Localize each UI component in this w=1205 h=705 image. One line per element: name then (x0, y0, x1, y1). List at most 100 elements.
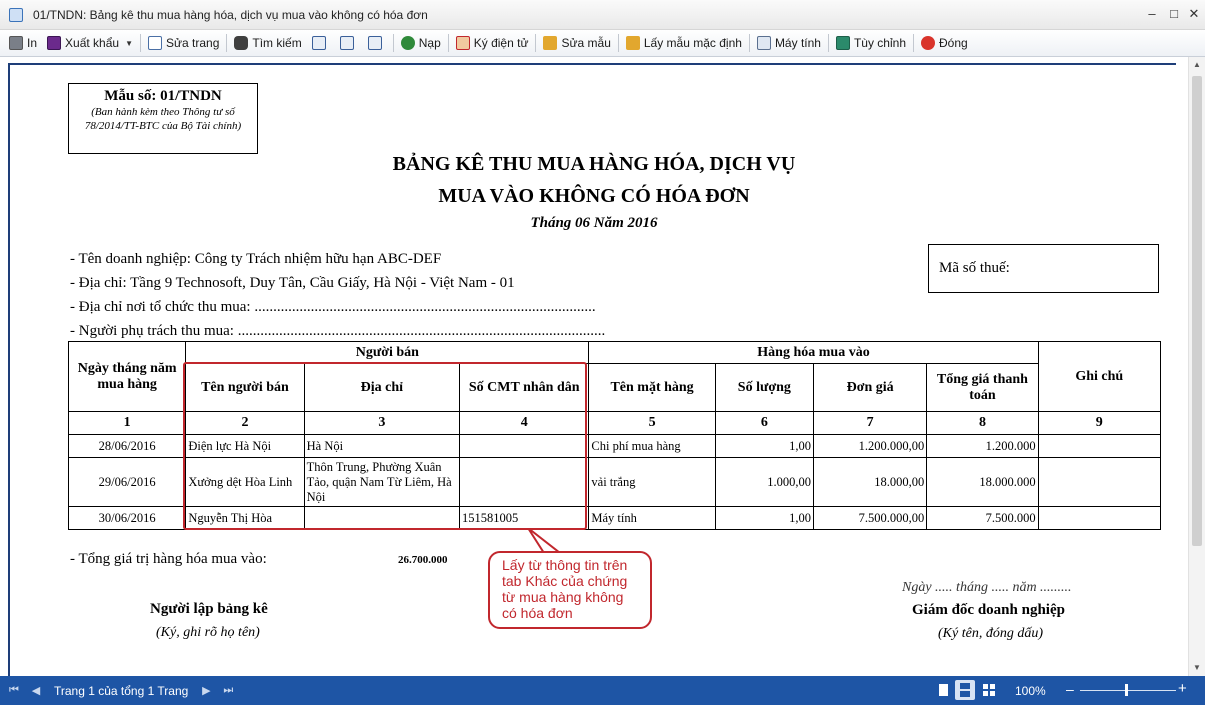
preparer-note: (Ký, ghi rõ họ tên) (156, 625, 260, 640)
col-number: 7 (812, 411, 928, 435)
app-icon (9, 7, 23, 22)
vertical-scrollbar[interactable]: ▲ ▼ (1188, 57, 1205, 676)
refresh-icon (400, 36, 415, 50)
col-number: 6 (714, 411, 815, 435)
cell-price: 18.000,00 (812, 457, 928, 507)
customize-icon (835, 36, 850, 50)
pencil-icon (543, 36, 558, 50)
report-title-line2: MUA VÀO KHÔNG CÓ HÓA ĐƠN (438, 185, 750, 207)
edit-template-button[interactable]: Sửa mẫu (538, 32, 615, 54)
first-page-icon[interactable]: ⏮ (6, 684, 22, 697)
cell-date: 29/06/2016 (67, 457, 187, 507)
template-icon (625, 36, 640, 50)
cell-note (1037, 434, 1162, 458)
edit-icon (147, 36, 162, 50)
status-bar: ⏮ ◀ Trang 1 của tổng 1 Trang ▶ ⏭ 100% – … (0, 676, 1205, 705)
zoom-slider-thumb[interactable] (1125, 684, 1128, 696)
customize-label: Tùy chỉnh (853, 36, 906, 50)
scroll-up-icon[interactable]: ▲ (1189, 57, 1205, 73)
callout-note: Lấy từ thông tin trên tab Khác của chứng… (488, 551, 652, 629)
prev-page-icon[interactable]: ◀ (28, 684, 44, 697)
tax-code-box: Mã số thuế: (928, 244, 1159, 293)
signature-icon (455, 36, 470, 50)
binoculars-icon (234, 36, 249, 50)
export-label: Xuất khẩu (65, 36, 120, 50)
total-label: - Tổng giá trị hàng hóa mua vào: (70, 551, 267, 567)
report-period: Tháng 06 Năm 2016 (530, 215, 658, 231)
company-line: - Tên doanh nghiệp: Công ty Trách nhiệm … (70, 251, 442, 267)
printer-icon (9, 36, 23, 50)
page-view-icon (311, 36, 326, 50)
form-code: Mẫu số: 01/TNDN (104, 88, 222, 104)
title-bar: 01/TNDN: Bảng kê thu mua hàng hóa, dịch … (0, 0, 1205, 30)
close-button[interactable]: Đóng (916, 32, 973, 54)
toolbar-separator (535, 34, 537, 52)
scroll-down-icon[interactable]: ▼ (1189, 660, 1205, 676)
refresh-label: Nạp (418, 36, 441, 50)
director-title: Giám đốc doanh nghiệp (912, 602, 1065, 618)
page-width-icon (339, 36, 354, 50)
header-date: Ngày tháng năm mua hàng (67, 341, 187, 412)
tax-code-label: Mã số thuế: (939, 260, 1010, 276)
minimize-button[interactable]: – (1141, 4, 1163, 24)
refresh-button[interactable]: Nạp (396, 32, 446, 54)
calculator-icon (756, 36, 771, 50)
cell-note (1037, 457, 1162, 507)
toolbar-separator (392, 34, 394, 52)
view-single-button[interactable] (307, 32, 335, 54)
col-number: 5 (588, 411, 716, 435)
customize-button[interactable]: Tùy chỉnh (831, 32, 911, 54)
chevron-down-icon[interactable]: ▼ (125, 39, 133, 48)
cell-price: 1.200.000,00 (812, 434, 928, 458)
next-page-icon[interactable]: ▶ (198, 684, 214, 697)
toolbar-separator (617, 34, 619, 52)
single-page-view-icon[interactable] (935, 682, 951, 698)
zoom-out-icon[interactable]: – (1066, 681, 1074, 697)
cell-item: vải trắng (588, 457, 716, 507)
signature-label: Ký điện tử (473, 36, 529, 50)
form-note: (Ban hành kèm theo Thông tư số 78/2014/T… (84, 106, 242, 132)
view-fit-button[interactable] (363, 32, 391, 54)
continuous-view-icon[interactable] (955, 680, 975, 700)
header-price: Đơn giá (812, 363, 928, 412)
export-button[interactable]: Xuất khẩu ▼ (42, 32, 138, 54)
search-button[interactable]: Tìm kiếm (229, 32, 306, 54)
edit-page-button[interactable]: Sửa trang (143, 32, 224, 54)
close-label: Đóng (939, 36, 968, 50)
digital-signature-button[interactable]: Ký điện tử (451, 32, 534, 54)
search-label: Tìm kiếm (252, 36, 302, 50)
window-title: 01/TNDN: Bảng kê thu mua hàng hóa, dịch … (33, 7, 428, 22)
report-title-line1: BẢNG KÊ THU MUA HÀNG HÓA, DỊCH VỤ (392, 153, 796, 175)
default-template-button[interactable]: Lấy mẫu mặc định (621, 32, 747, 54)
fit-page-icon (367, 36, 382, 50)
total-value: 26.700.000 (398, 554, 448, 566)
close-window-button[interactable]: ✕ (1183, 4, 1205, 24)
toolbar-separator (748, 34, 750, 52)
header-goods-group: Hàng hóa mua vào (588, 341, 1039, 364)
calculator-button[interactable]: Máy tính (752, 32, 826, 54)
report-page: Mẫu số: 01/TNDN (Ban hành kèm theo Thông… (8, 63, 1176, 676)
cell-item: Máy tính (588, 506, 716, 530)
cell-total: 7.500.000 (926, 506, 1039, 530)
zoom-slider[interactable] (1080, 690, 1176, 691)
page-info: Trang 1 của tổng 1 Trang (54, 683, 189, 698)
scroll-thumb[interactable] (1192, 76, 1202, 546)
multi-page-view-icon[interactable] (981, 682, 997, 698)
default-template-label: Lấy mẫu mặc định (643, 36, 742, 50)
header-qty: Số lượng (714, 363, 815, 412)
col-number: 9 (1037, 411, 1162, 435)
last-page-icon[interactable]: ⏭ (220, 684, 236, 697)
toolbar: In Xuất khẩu ▼ Sửa trang Tìm kiếm Nạp Ký… (0, 30, 1205, 57)
edit-page-label: Sửa trang (165, 36, 220, 50)
toolbar-separator (447, 34, 449, 52)
print-button[interactable]: In (4, 32, 42, 54)
maximize-button[interactable]: □ (1163, 4, 1185, 24)
purchaser-line: - Người phụ trách thu mua: .............… (70, 323, 606, 339)
cell-qty: 1,00 (714, 506, 815, 530)
view-full-button[interactable] (335, 32, 363, 54)
zoom-in-icon[interactable]: + (1178, 680, 1187, 697)
print-label: In (27, 36, 38, 50)
cell-price: 7.500.000,00 (812, 506, 928, 530)
toolbar-separator (226, 34, 228, 52)
cell-item: Chi phí mua hàng (588, 434, 716, 458)
